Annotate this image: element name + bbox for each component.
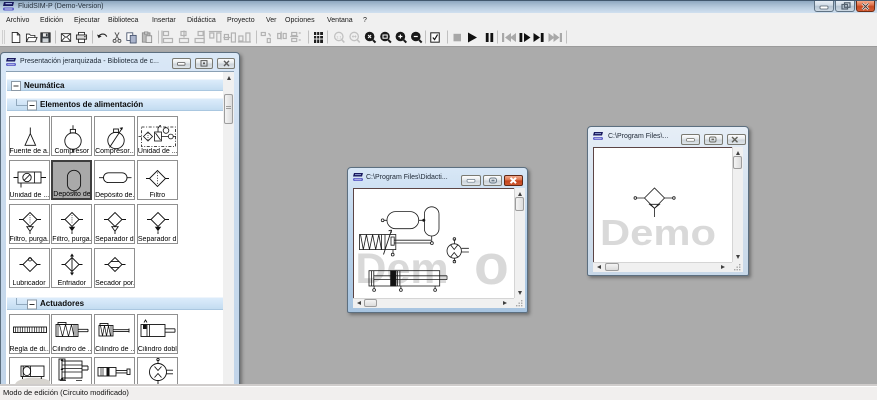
svg-text:1:1: 1:1 [336, 35, 342, 40]
